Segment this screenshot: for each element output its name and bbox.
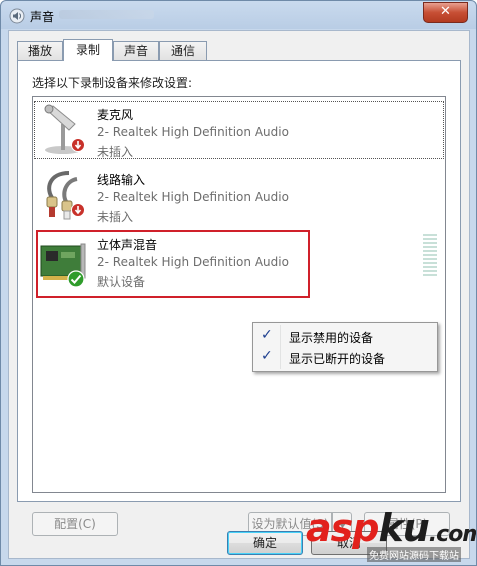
device-driver: 2- Realtek High Definition Audio: [97, 190, 289, 204]
unplugged-badge-icon: [71, 138, 85, 152]
menu-item-show-disabled[interactable]: ✓ 显示禁用的设备: [255, 326, 435, 346]
device-list[interactable]: 麦克风 2- Realtek High Definition Audio 未插入: [32, 96, 446, 493]
speaker-icon: [9, 8, 25, 24]
window-title: 声音: [30, 10, 55, 24]
ok-button[interactable]: 确定: [227, 531, 303, 555]
sound-dialog: 声音 ✕ 播放 录制 声音 通信 选择以下录制设备来修改设置: 麦克风 2- R…: [0, 0, 477, 566]
instruction-text: 选择以下录制设备来修改设置:: [32, 76, 193, 90]
unplugged-badge-icon: [71, 203, 85, 217]
context-menu: ✓ 显示禁用的设备 ✓ 显示已断开的设备: [252, 322, 438, 372]
title-bar[interactable]: 声音 ✕: [1, 1, 476, 29]
device-name: 线路输入: [97, 173, 146, 187]
device-name: 麦克风: [97, 108, 134, 122]
device-status: 未插入: [97, 145, 134, 159]
checkmark-icon: ✓: [261, 327, 273, 343]
device-item-microphone[interactable]: 麦克风 2- Realtek High Definition Audio 未插入: [33, 100, 445, 160]
watermark-logo: aspku.com: [306, 506, 476, 550]
tab-recording[interactable]: 录制: [63, 39, 113, 61]
recording-panel: 选择以下录制设备来修改设置: 麦克风 2- Realtek High Defin…: [17, 60, 461, 536]
tab-playback[interactable]: 播放: [17, 41, 63, 60]
menu-item-label: 显示已断开的设备: [289, 352, 386, 366]
close-button[interactable]: ✕: [423, 2, 468, 23]
menu-item-label: 显示禁用的设备: [289, 331, 374, 345]
tab-sounds[interactable]: 声音: [113, 41, 159, 60]
watermark-subtitle: 免费网站源码下载站: [367, 547, 461, 562]
device-item-line-in[interactable]: 线路输入 2- Realtek High Definition Audio 未插…: [33, 165, 445, 225]
highlight-box: [36, 230, 310, 298]
tab-communications[interactable]: 通信: [159, 41, 207, 60]
dialog-body: 播放 录制 声音 通信 选择以下录制设备来修改设置: 麦克风 2- Realte…: [8, 30, 470, 559]
checkmark-icon: ✓: [261, 348, 273, 364]
configure-button[interactable]: 配置(C): [32, 512, 118, 536]
device-driver: 2- Realtek High Definition Audio: [97, 125, 289, 139]
title-blur: [59, 10, 154, 19]
menu-item-show-disconnected[interactable]: ✓ 显示已断开的设备: [255, 347, 435, 367]
level-meter: [423, 234, 437, 278]
device-status: 未插入: [97, 210, 134, 224]
